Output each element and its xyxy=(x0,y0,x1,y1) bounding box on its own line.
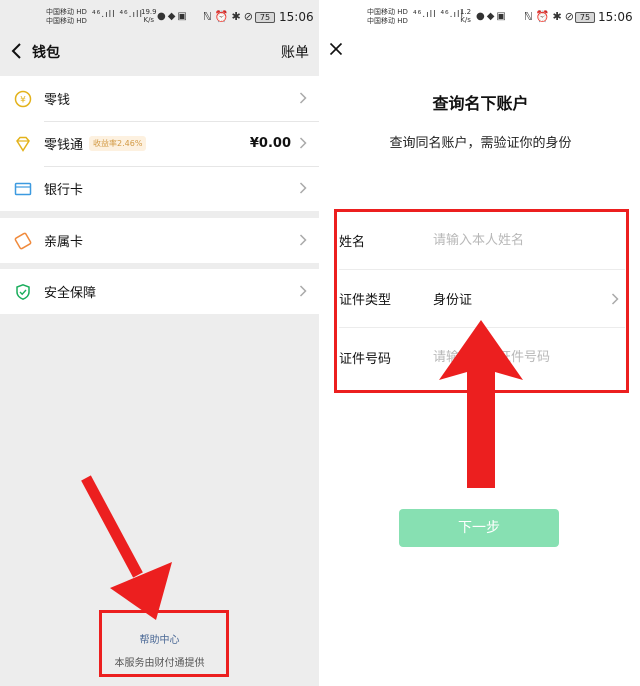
list-item-family-card[interactable]: 亲属卡 xyxy=(0,218,319,263)
carrier-1: 中国移动 HD xyxy=(46,8,87,16)
chevron-right-icon xyxy=(299,285,307,297)
card-icon xyxy=(14,180,32,198)
speed-unit: K/s xyxy=(143,16,155,24)
diamond-icon xyxy=(14,135,32,153)
carrier-1: 中国移动 HD xyxy=(367,8,408,16)
page-title: 查询名下账户 xyxy=(432,94,529,113)
chevron-right-icon xyxy=(299,234,307,246)
list-item-change[interactable]: ¥ 零钱 xyxy=(0,76,319,121)
list-item-label: 零钱 xyxy=(44,93,71,108)
identity-form: 姓名 证件类型 身份证 证件号码 xyxy=(339,212,625,386)
id-number-label: 证件号码 xyxy=(339,351,392,367)
close-icon[interactable] xyxy=(329,42,343,56)
list-item-label: 安全保障 xyxy=(44,286,97,301)
svg-text:¥: ¥ xyxy=(20,95,26,105)
bill-link[interactable]: 账单 xyxy=(281,42,309,62)
name-label: 姓名 xyxy=(339,235,366,250)
battery-icon: 75 xyxy=(575,12,595,23)
balance-amount: ¥0.00 xyxy=(249,136,291,151)
coin-icon: ¥ xyxy=(14,90,32,108)
wallet-group-3: 安全保障 xyxy=(0,269,319,314)
status-bar: 中国移动 HD 中国移动 HD ⁴⁶.ıll ⁴⁶.ıll 19.9 K/s ●… xyxy=(0,0,319,34)
wallet-group-2: 亲属卡 xyxy=(0,218,319,263)
id-type-label: 证件类型 xyxy=(339,293,392,308)
battery-icon: 75 xyxy=(255,12,275,23)
system-icons: ℕ⏰✱⊘ xyxy=(524,10,577,23)
service-note: 本服务由财付通提供 xyxy=(114,658,205,669)
family-card-icon xyxy=(14,232,32,250)
chevron-right-icon xyxy=(299,92,307,104)
chevron-right-icon xyxy=(611,293,619,305)
chevron-right-icon xyxy=(299,182,307,194)
signal-icon: ⁴⁶.ıll ⁴⁶.ıll xyxy=(413,10,465,20)
id-number-row: 证件号码 xyxy=(339,328,625,386)
speed-unit: K/s xyxy=(460,16,471,24)
list-item-bank-card[interactable]: 银行卡 xyxy=(0,166,319,211)
chevron-right-icon xyxy=(299,137,307,149)
name-row: 姓名 xyxy=(339,212,625,270)
notification-icons: ●◆▣ xyxy=(476,11,508,22)
network-speed: 1.2 K/s xyxy=(460,8,471,24)
id-number-input[interactable] xyxy=(433,349,603,365)
shield-icon xyxy=(14,283,32,301)
carrier-2: 中国移动 HD xyxy=(46,17,87,25)
list-item-label: 零钱通 xyxy=(44,138,84,153)
carrier-info: 中国移动 HD 中国移动 HD xyxy=(46,8,87,26)
nav-bar: 钱包 账单 xyxy=(0,34,319,76)
status-bar: 中国移动 HD 中国移动 HD ⁴⁶.ıll ⁴⁶.ıll 1.2 K/s ●◆… xyxy=(321,0,640,34)
system-icons: ℕ⏰✱⊘ xyxy=(203,10,256,23)
name-input[interactable] xyxy=(433,233,603,248)
carrier-info: 中国移动 HD 中国移动 HD xyxy=(367,8,408,26)
network-speed: 19.9 K/s xyxy=(141,8,157,24)
list-item-security[interactable]: 安全保障 xyxy=(0,269,319,314)
id-type-select[interactable]: 身份证 xyxy=(433,289,472,308)
next-button[interactable]: 下一步 xyxy=(399,509,559,547)
clock: 15:06 xyxy=(598,10,633,24)
page-subtitle: 查询同名账户，需验证你的身份 xyxy=(389,136,572,151)
list-item-label: 银行卡 xyxy=(44,183,84,198)
page-title: 钱包 xyxy=(32,45,60,61)
signal-icon: ⁴⁶.ıll ⁴⁶.ıll xyxy=(92,10,144,20)
id-type-row[interactable]: 证件类型 身份证 xyxy=(339,270,625,328)
list-item-lqt[interactable]: 零钱通 收益率2.46% ¥0.00 xyxy=(0,121,319,166)
clock: 15:06 xyxy=(279,10,314,24)
carrier-2: 中国移动 HD xyxy=(367,17,408,25)
annotation-arrow xyxy=(81,475,172,620)
speed-value: 19.9 xyxy=(141,8,157,16)
speed-value: 1.2 xyxy=(460,8,472,16)
screenshot: 中国移动 HD 中国移动 HD ⁴⁶.ıll ⁴⁶.ıll 19.9 K/s ●… xyxy=(0,0,640,686)
wallet-group-1: ¥ 零钱 零钱通 收益率2.46% ¥0.00 银行卡 xyxy=(0,76,319,211)
notification-icons: ●◆▣ xyxy=(157,11,189,22)
wallet-screen: 中国移动 HD 中国移动 HD ⁴⁶.ıll ⁴⁶.ıll 19.9 K/s ●… xyxy=(0,0,319,686)
yield-badge: 收益率2.46% xyxy=(89,136,147,151)
help-center-link[interactable]: 帮助中心 xyxy=(0,631,319,646)
query-account-screen: 中国移动 HD 中国移动 HD ⁴⁶.ıll ⁴⁶.ıll 1.2 K/s ●◆… xyxy=(321,0,640,686)
list-item-label: 亲属卡 xyxy=(44,235,84,250)
back-icon[interactable] xyxy=(10,42,24,60)
